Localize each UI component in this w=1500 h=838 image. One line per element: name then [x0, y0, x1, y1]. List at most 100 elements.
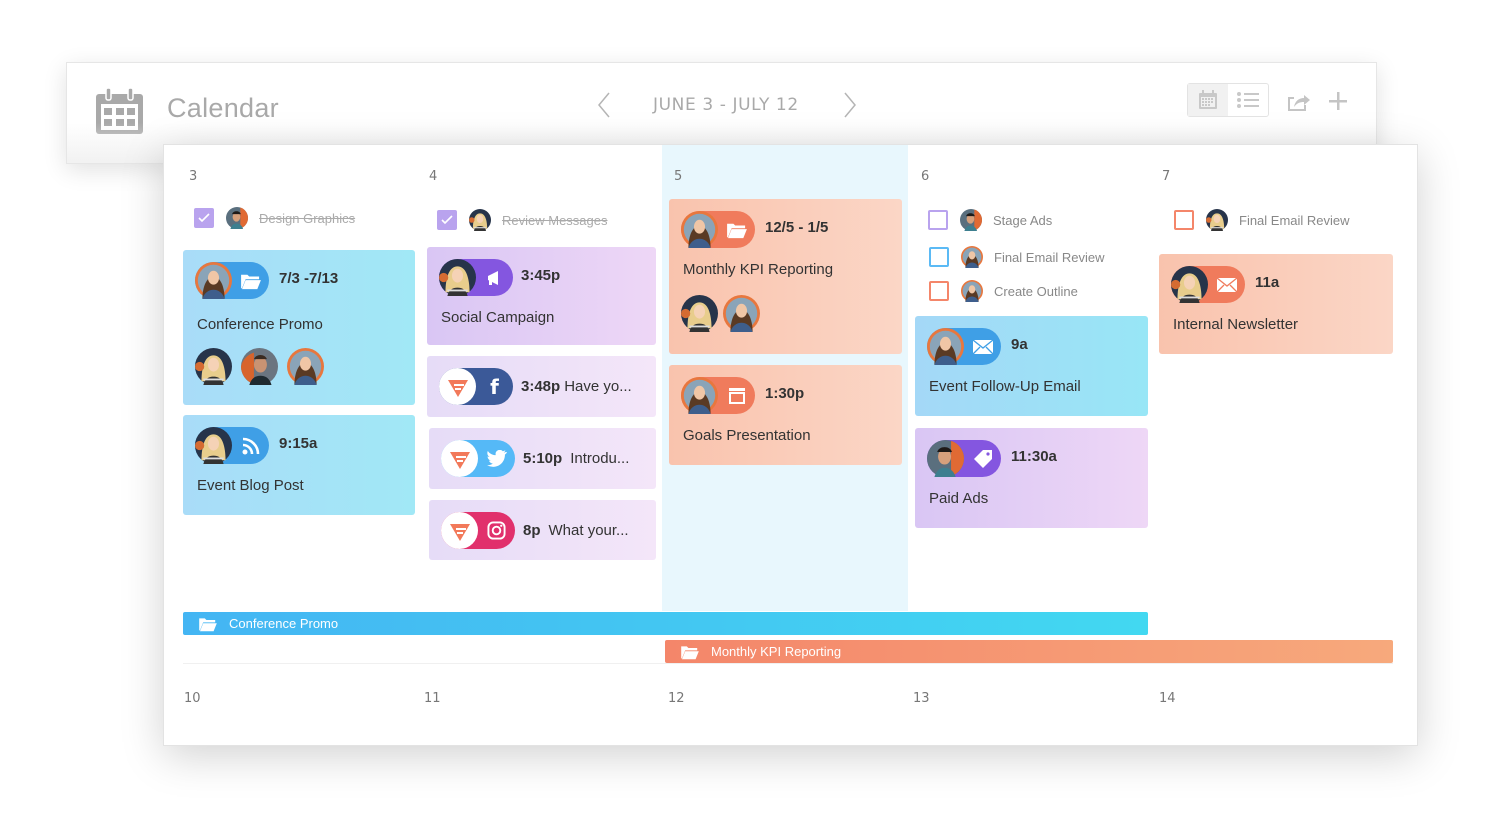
day-number: 12	[668, 691, 685, 706]
day-number: 4	[429, 169, 438, 184]
day-number: 6	[921, 169, 930, 184]
avatar	[439, 259, 476, 296]
avatar	[469, 209, 491, 231]
event-time: 8p What your...	[523, 522, 629, 539]
avatar	[961, 280, 983, 302]
avatar	[1171, 266, 1208, 303]
task-checkbox[interactable]	[928, 210, 948, 230]
post-snippet: What your...	[548, 522, 629, 539]
avatar	[681, 377, 718, 414]
list-view-icon	[1237, 92, 1259, 108]
calendar-grid: 3 4 5 6 7 Design Graphics Review Message…	[163, 144, 1418, 746]
event-card[interactable]: 9:15a Event Blog Post	[183, 415, 415, 515]
plus-icon[interactable]	[1327, 90, 1349, 112]
day-number: 7	[1162, 169, 1171, 184]
event-type-pill	[195, 427, 269, 464]
social-post-card[interactable]: 5:10p Introdu...	[429, 428, 656, 489]
task-checkbox[interactable]	[929, 247, 949, 267]
brand-logo-icon	[448, 447, 472, 471]
event-type-pill	[439, 259, 513, 296]
event-time: 3:45p	[521, 267, 561, 284]
avatar	[195, 348, 232, 385]
event-time: 7/3 -7/13	[279, 270, 339, 287]
view-toggle	[1187, 83, 1269, 117]
event-card[interactable]: 9a Event Follow-Up Email	[915, 316, 1148, 416]
event-card[interactable]: 11a Internal Newsletter	[1159, 254, 1393, 354]
event-card[interactable]: 11:30a Paid Ads	[915, 428, 1148, 528]
presentation-icon	[728, 387, 745, 404]
calendar-view-button[interactable]	[1188, 84, 1228, 116]
checkmark-icon	[198, 213, 210, 223]
post-snippet: Introdu...	[570, 450, 630, 467]
rss-icon	[242, 437, 259, 454]
event-type-pill	[681, 211, 755, 248]
chevron-left-icon[interactable]	[596, 91, 612, 119]
folder-icon	[197, 616, 219, 632]
post-snippet: Have yo...	[564, 378, 632, 395]
brand-logo-icon	[446, 375, 470, 399]
social-pill	[441, 512, 515, 549]
avatar	[723, 295, 760, 332]
facebook-icon: f	[490, 374, 499, 399]
task-label: Review Messages	[502, 212, 608, 228]
week-divider	[183, 663, 1393, 664]
day-number: 13	[913, 691, 930, 706]
task-item: Final Email Review	[929, 245, 1105, 269]
task-label: Design Graphics	[259, 210, 356, 226]
day-number: 5	[674, 169, 683, 184]
assignees	[681, 295, 760, 332]
span-bar-conference-promo[interactable]: Conference Promo	[183, 612, 1148, 635]
span-bar-monthly-kpi[interactable]: Monthly KPI Reporting	[665, 640, 1393, 663]
email-icon	[1216, 276, 1237, 292]
event-time: 11a	[1255, 274, 1280, 291]
tag-icon	[973, 449, 992, 468]
list-view-button[interactable]	[1228, 84, 1268, 116]
event-type-pill	[681, 377, 755, 414]
span-bar-label: Conference Promo	[229, 616, 339, 631]
calendar-view-icon	[1199, 90, 1217, 109]
social-post-card[interactable]: 8p What your...	[429, 500, 656, 560]
event-time: 5:10p Introdu...	[523, 450, 630, 467]
email-icon	[972, 338, 993, 354]
task-label: Final Email Review	[994, 249, 1105, 265]
folder-icon	[726, 221, 748, 239]
event-card[interactable]: 7/3 -7/13 Conference Promo	[183, 250, 415, 405]
event-card[interactable]: 12/5 - 1/5 Monthly KPI Reporting	[669, 199, 902, 354]
task-checkbox[interactable]	[1174, 210, 1194, 230]
avatar	[287, 348, 324, 385]
avatar	[927, 328, 964, 365]
task-item: Review Messages	[437, 208, 608, 232]
event-title: Goals Presentation	[683, 427, 811, 444]
task-checkbox[interactable]	[194, 208, 214, 228]
task-label: Create Outline	[994, 283, 1078, 299]
event-card[interactable]: 3:45p Social Campaign	[427, 247, 656, 345]
task-label: Final Email Review	[1239, 212, 1350, 228]
event-type-pill	[1171, 266, 1245, 303]
chevron-right-icon[interactable]	[842, 91, 858, 119]
task-checkbox[interactable]	[929, 281, 949, 301]
avatar	[681, 295, 718, 332]
event-time: 3:48p Have yo...	[521, 378, 632, 395]
event-title: Conference Promo	[197, 316, 323, 333]
app-title: Calendar	[167, 93, 279, 123]
checkmark-icon	[441, 215, 453, 225]
event-title: Monthly KPI Reporting	[683, 261, 834, 278]
avatar	[241, 348, 278, 385]
task-item: Final Email Review	[1174, 208, 1350, 232]
task-item: Stage Ads	[928, 208, 1052, 232]
share-icon[interactable]	[1286, 91, 1310, 113]
event-type-pill	[195, 262, 269, 299]
event-time: 11:30a	[1011, 448, 1057, 465]
avatar	[195, 262, 232, 299]
avatar	[961, 246, 983, 268]
event-title: Event Blog Post	[197, 477, 304, 494]
event-card[interactable]: 1:30p Goals Presentation	[669, 365, 902, 465]
span-bar-label: Monthly KPI Reporting	[711, 644, 842, 659]
social-post-card[interactable]: f 3:48p Have yo...	[427, 356, 656, 417]
day-number: 3	[189, 169, 198, 184]
task-checkbox[interactable]	[437, 210, 457, 230]
day-number: 10	[184, 691, 201, 706]
event-title: Event Follow-Up Email	[929, 378, 1081, 395]
event-time: 12/5 - 1/5	[765, 219, 829, 236]
avatar	[960, 209, 982, 231]
